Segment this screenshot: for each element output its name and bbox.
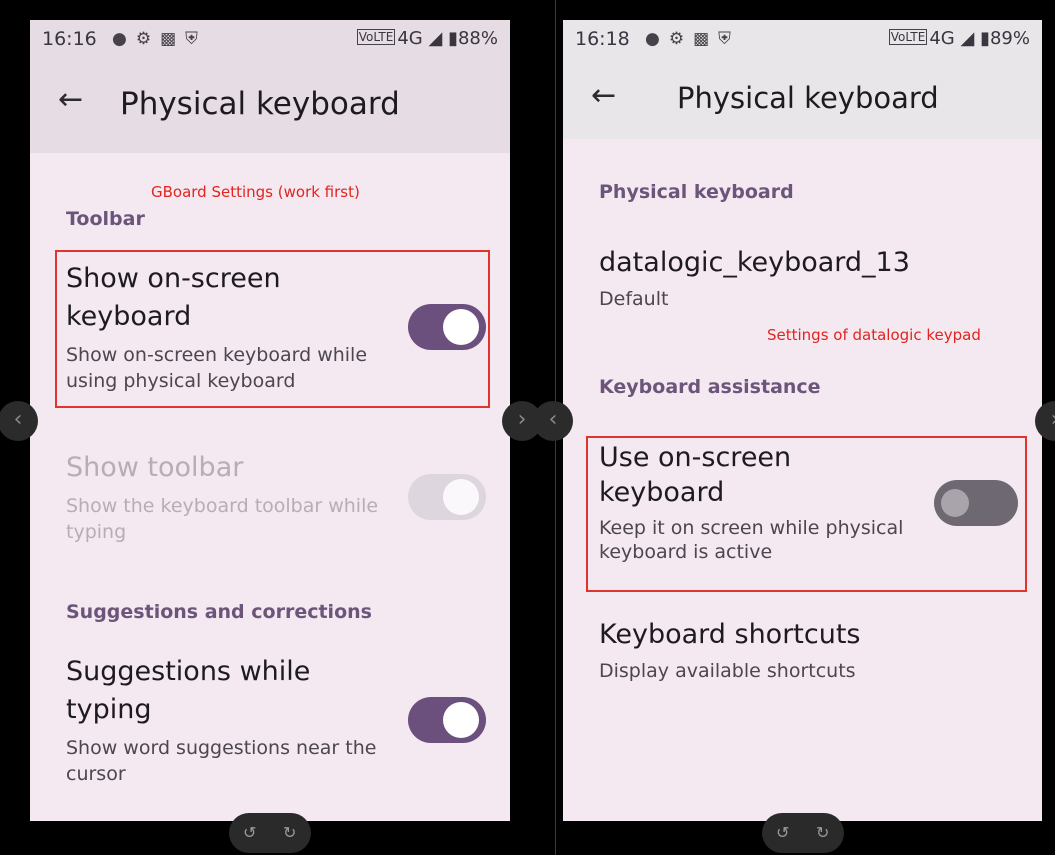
- show-onscreen-title: Show on-screen keyboard: [66, 263, 281, 332]
- volte-icon: VoLTE: [356, 29, 396, 45]
- status-bar: 16:18 ●⚙▩⛨ VoLTE 4G ◢ ▮89%: [563, 20, 1042, 58]
- rotate-right-icon[interactable]: ↻: [283, 823, 296, 842]
- toggle-knob: [443, 702, 479, 738]
- back-arrow-icon[interactable]: ←: [591, 78, 616, 113]
- annotation-text: Settings of datalogic keypad: [767, 326, 981, 344]
- page-title: Physical keyboard: [677, 81, 939, 115]
- rotate-left-icon[interactable]: ↺: [776, 823, 789, 842]
- section-physical-keyboard: Physical keyboard: [599, 181, 794, 203]
- status-time: 16:18: [575, 28, 630, 50]
- toggle-knob: [941, 489, 969, 517]
- use-onscreen-title: Use on-screen keyboard: [599, 442, 792, 508]
- left-screen: 16:16 ●⚙▩⛨ VoLTE 4G ◢ ▮88% ← Physical key…: [30, 20, 510, 821]
- show-onscreen-toggle[interactable]: [408, 304, 486, 350]
- status-time: 16:16: [42, 28, 97, 50]
- use-onscreen-toggle[interactable]: [934, 480, 1018, 526]
- show-toolbar-title: Show toolbar: [66, 452, 244, 483]
- section-toolbar: Toolbar: [66, 208, 145, 230]
- battery-level: 89%: [989, 28, 1030, 49]
- use-onscreen-summary: Keep it on screen while physical keyboar…: [599, 517, 904, 563]
- toggle-knob: [443, 479, 479, 515]
- right-screen: 16:18 ●⚙▩⛨ VoLTE 4G ◢ ▮89% ← Physical key…: [563, 20, 1042, 821]
- status-right: VoLTE 4G ◢ ▮89%: [888, 28, 1030, 49]
- status-right: VoLTE 4G ◢ ▮88%: [356, 28, 498, 49]
- rotate-controls-left: ↺ ↻: [229, 813, 311, 853]
- show-onscreen-summary: Show on-screen keyboard while using phys…: [66, 344, 368, 392]
- app-bar: ← Physical keyboard: [30, 58, 510, 153]
- notification-icons: ●⚙▩⛨: [645, 29, 740, 49]
- device-layout: Default: [599, 288, 669, 310]
- rotate-left-icon[interactable]: ↺: [243, 823, 256, 842]
- battery-icon: ▮: [448, 28, 458, 49]
- annotation-text: GBoard Settings (work first): [151, 183, 360, 201]
- show-toolbar-summary: Show the keyboard toolbar while typing: [66, 495, 379, 543]
- signal-label: 4G: [397, 28, 423, 49]
- signal-icon: ◢: [960, 28, 975, 49]
- suggestions-summary: Show word suggestions near the cursor: [66, 737, 377, 785]
- device-name[interactable]: datalogic_keyboard_13: [599, 244, 910, 282]
- show-toolbar-toggle[interactable]: [408, 474, 486, 520]
- app-bar: ← Physical keyboard: [563, 58, 1042, 139]
- section-suggestions: Suggestions and corrections: [66, 601, 372, 623]
- shortcuts-title[interactable]: Keyboard shortcuts: [599, 616, 861, 654]
- prev-image-icon-right[interactable]: ‹: [533, 401, 573, 441]
- signal-label: 4G: [929, 28, 955, 49]
- page-title: Physical keyboard: [120, 86, 400, 122]
- section-keyboard-assistance: Keyboard assistance: [599, 376, 821, 398]
- suggestions-toggle[interactable]: [408, 697, 486, 743]
- battery-level: 88%: [457, 28, 498, 49]
- rotate-controls-right: ↺ ↻: [762, 813, 844, 853]
- shortcuts-summary: Display available shortcuts: [599, 660, 856, 682]
- back-arrow-icon[interactable]: ←: [58, 82, 83, 117]
- signal-icon: ◢: [428, 28, 443, 49]
- rotate-right-icon[interactable]: ↻: [816, 823, 829, 842]
- battery-icon: ▮: [980, 28, 990, 49]
- volte-icon: VoLTE: [888, 29, 928, 45]
- toggle-knob: [443, 309, 479, 345]
- suggestions-title: Suggestions while typing: [66, 656, 311, 725]
- status-bar: 16:16 ●⚙▩⛨ VoLTE 4G ◢ ▮88%: [30, 20, 510, 58]
- notification-icons: ●⚙▩⛨: [112, 29, 207, 49]
